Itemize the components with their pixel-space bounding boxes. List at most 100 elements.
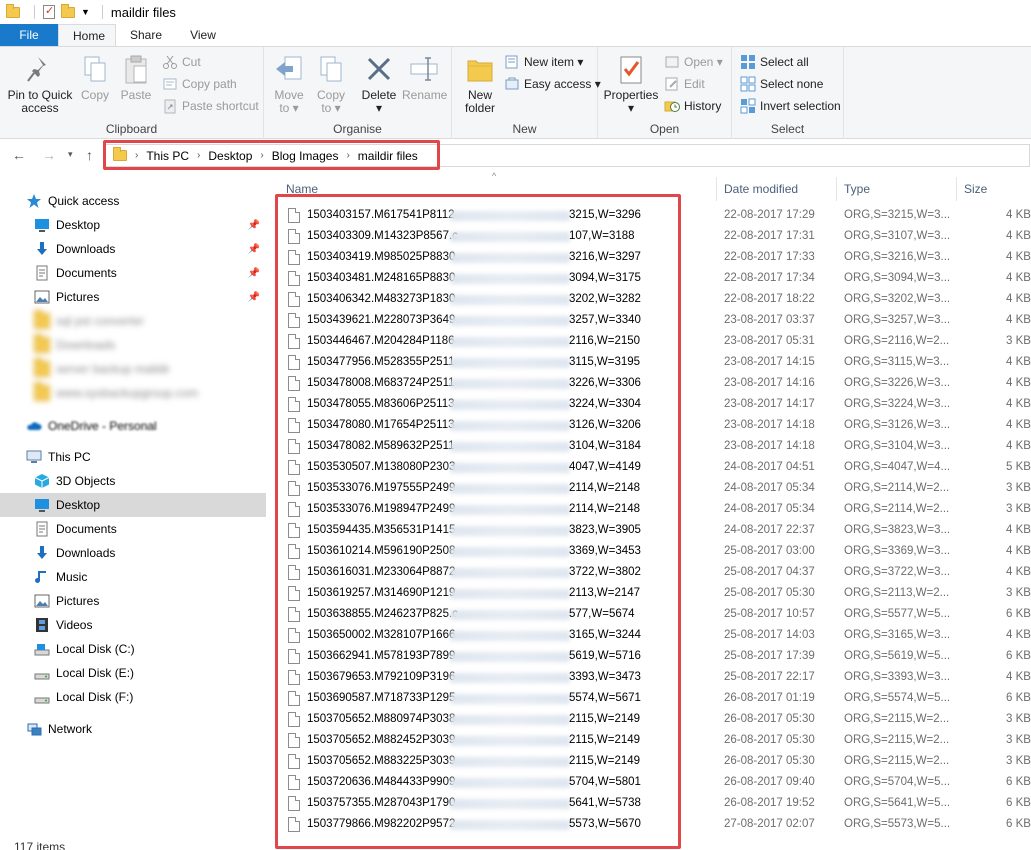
tab-file[interactable]: File bbox=[0, 24, 58, 46]
tab-share[interactable]: Share bbox=[116, 24, 174, 46]
nav-blurred-folder[interactable]: Downloads bbox=[0, 333, 266, 357]
column-divider[interactable] bbox=[836, 177, 837, 201]
file-size: 3 KB bbox=[1006, 755, 1031, 767]
nav-videos[interactable]: Videos bbox=[0, 613, 266, 637]
open-group: Properties ▾ Open ▾ Edit History Open bbox=[598, 47, 732, 139]
easy-access-label: Easy access ▾ bbox=[524, 77, 601, 91]
select-none-button[interactable]: Select none bbox=[740, 74, 823, 94]
file-size: 6 KB bbox=[1006, 776, 1031, 788]
paste-shortcut-button[interactable]: Paste shortcut bbox=[162, 96, 259, 116]
file-size: 4 KB bbox=[1006, 356, 1031, 368]
folder-icon bbox=[6, 3, 20, 18]
up-arrow-icon[interactable]: ↑ bbox=[86, 147, 93, 163]
nav-quick-desktop[interactable]: Desktop 📌 bbox=[0, 213, 266, 237]
tab-home[interactable]: Home bbox=[58, 24, 116, 47]
file-date-modified: 25-08-2017 22:17 bbox=[724, 671, 815, 683]
nav-this-pc[interactable]: This PC bbox=[0, 445, 266, 469]
nav-documents[interactable]: Documents bbox=[0, 517, 266, 541]
nav-label: Desktop bbox=[56, 218, 101, 232]
pin-icon[interactable]: 📌 bbox=[248, 268, 260, 279]
tab-view[interactable]: View bbox=[174, 24, 232, 46]
file-date-modified: 23-08-2017 03:37 bbox=[724, 314, 815, 326]
file-date-modified: 22-08-2017 17:31 bbox=[724, 230, 815, 242]
properties-button[interactable]: Properties ▾ bbox=[602, 53, 660, 115]
drive-icon bbox=[34, 641, 50, 657]
star-icon bbox=[26, 193, 42, 209]
file-date-modified: 22-08-2017 17:34 bbox=[724, 272, 815, 284]
nav-onedrive[interactable]: OneDrive - Personal bbox=[0, 414, 266, 438]
invert-selection-button[interactable]: Invert selection bbox=[740, 96, 841, 116]
nav-quick-documents[interactable]: Documents 📌 bbox=[0, 261, 266, 285]
file-type: ORG,S=3226,W=3... bbox=[844, 377, 951, 389]
select-none-label: Select none bbox=[760, 77, 824, 91]
properties-icon[interactable] bbox=[43, 4, 55, 19]
customize-toolbar-chevron-icon[interactable]: ▼ bbox=[81, 7, 90, 17]
edit-label: Edit bbox=[684, 77, 705, 91]
nav-local-disk-f[interactable]: Local Disk (F:) bbox=[0, 685, 266, 709]
rename-label: Rename bbox=[402, 88, 448, 102]
file-type: ORG,S=3369,W=3... bbox=[844, 545, 951, 557]
nav-desktop[interactable]: Desktop bbox=[0, 493, 266, 517]
file-size: 4 KB bbox=[1006, 440, 1031, 452]
invert-selection-icon bbox=[740, 98, 756, 114]
nav-quick-access[interactable]: Quick access bbox=[0, 189, 266, 213]
file-date-modified: 23-08-2017 14:16 bbox=[724, 377, 815, 389]
column-divider[interactable] bbox=[716, 177, 717, 201]
select-none-icon bbox=[740, 76, 756, 92]
column-divider[interactable] bbox=[956, 177, 957, 201]
forward-arrow-icon[interactable]: → bbox=[42, 147, 56, 163]
select-group-label: Select bbox=[770, 122, 805, 136]
file-date-modified: 22-08-2017 17:29 bbox=[724, 209, 815, 221]
file-size: 3 KB bbox=[1006, 482, 1031, 494]
rename-button[interactable]: Rename bbox=[402, 53, 448, 102]
nav-quick-downloads[interactable]: Downloads 📌 bbox=[0, 237, 266, 261]
nav-downloads[interactable]: Downloads bbox=[0, 541, 266, 565]
nav-blurred-folder[interactable]: www.sysbackupgroup.com bbox=[0, 381, 266, 405]
nav-3d-objects[interactable]: 3D Objects bbox=[0, 469, 266, 493]
select-all-button[interactable]: Select all bbox=[740, 52, 809, 72]
nav-blurred-folder[interactable]: sql pst converter bbox=[0, 309, 266, 333]
column-header-date[interactable]: Date modified bbox=[724, 178, 798, 200]
pin-icon[interactable]: 📌 bbox=[248, 292, 260, 303]
pin-icon[interactable]: 📌 bbox=[248, 220, 260, 231]
edit-button[interactable]: Edit bbox=[664, 74, 705, 94]
file-type: ORG,S=3823,W=3... bbox=[844, 524, 951, 536]
new-folder-button[interactable]: New folder bbox=[460, 53, 500, 115]
file-type: ORG,S=3257,W=3... bbox=[844, 314, 951, 326]
nav-local-disk-e[interactable]: Local Disk (E:) bbox=[0, 661, 266, 685]
nav-blurred-folder[interactable]: server backup maildir bbox=[0, 357, 266, 381]
copy-to-button[interactable]: Copy to ▾ bbox=[314, 53, 348, 115]
nav-network[interactable]: Network bbox=[0, 717, 266, 741]
file-size: 4 KB bbox=[1006, 524, 1031, 536]
file-type: ORG,S=3722,W=3... bbox=[844, 566, 951, 578]
history-button[interactable]: History bbox=[664, 96, 721, 116]
open-button[interactable]: Open ▾ bbox=[664, 52, 723, 72]
delete-button[interactable]: Delete ▾ bbox=[360, 53, 398, 115]
recent-locations-chevron-icon[interactable]: ▾ bbox=[68, 149, 73, 160]
easy-access-button[interactable]: Easy access ▾ bbox=[504, 74, 601, 94]
nav-label: 3D Objects bbox=[56, 474, 116, 488]
new-item-button[interactable]: New item ▾ bbox=[504, 52, 583, 72]
pin-icon[interactable]: 📌 bbox=[248, 244, 260, 255]
move-to-button[interactable]: Move to ▾ bbox=[272, 53, 306, 115]
file-type: ORG,S=3202,W=3... bbox=[844, 293, 951, 305]
file-date-modified: 26-08-2017 01:19 bbox=[724, 692, 815, 704]
nav-pictures[interactable]: Pictures bbox=[0, 589, 266, 613]
pin-to-quick-access-button[interactable]: Pin to Quick access bbox=[6, 53, 74, 115]
nav-local-disk-c[interactable]: Local Disk (C:) bbox=[0, 637, 266, 661]
file-size: 3 KB bbox=[1006, 587, 1031, 599]
file-type: ORG,S=2114,W=2... bbox=[844, 482, 950, 494]
column-header-size[interactable]: Size bbox=[964, 178, 987, 200]
nav-quick-pictures[interactable]: Pictures 📌 bbox=[0, 285, 266, 309]
column-header-type[interactable]: Type bbox=[844, 178, 870, 200]
cut-button[interactable]: Cut bbox=[162, 52, 201, 72]
nav-label: Downloads bbox=[56, 242, 116, 256]
back-arrow-icon[interactable]: ← bbox=[12, 147, 26, 163]
paste-button[interactable]: Paste bbox=[118, 53, 154, 102]
copy-path-button[interactable]: Copy path bbox=[162, 74, 237, 94]
pictures-icon bbox=[34, 289, 50, 305]
new-folder-icon[interactable] bbox=[61, 3, 75, 18]
nav-music[interactable]: Music bbox=[0, 565, 266, 589]
copy-button[interactable]: Copy bbox=[78, 53, 112, 102]
clipboard-group-label: Clipboard bbox=[105, 122, 158, 136]
